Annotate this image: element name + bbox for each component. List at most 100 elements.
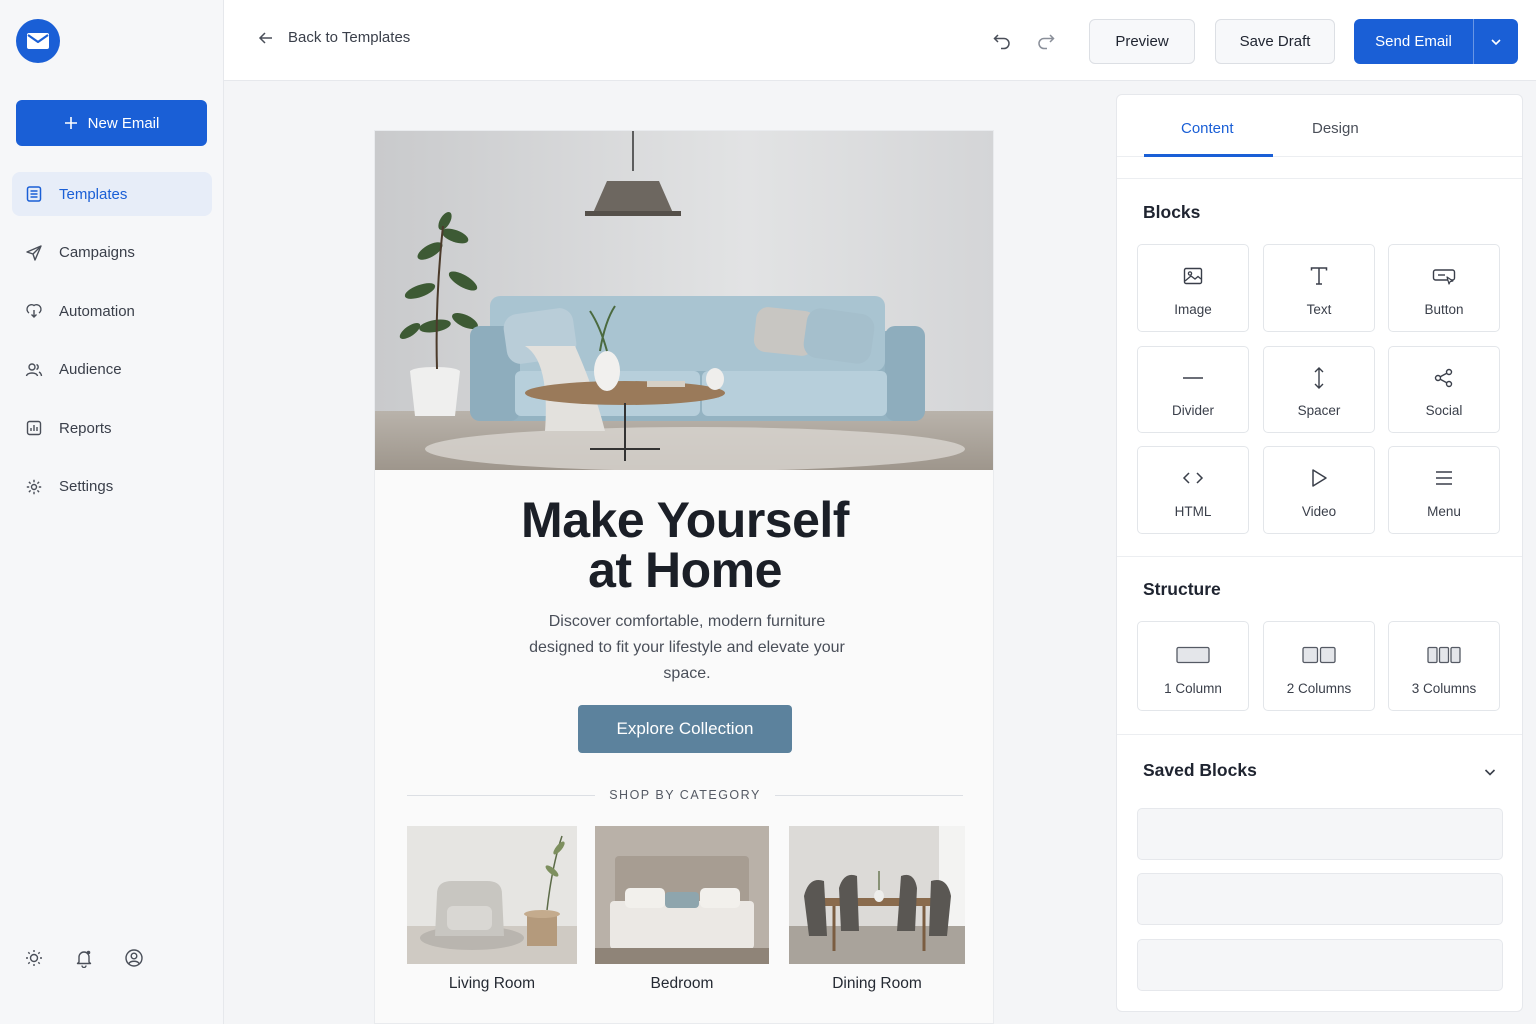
bell-icon[interactable] xyxy=(74,948,94,968)
play-icon xyxy=(1312,469,1327,487)
category-label-living-room[interactable]: Living Room xyxy=(407,975,577,993)
block-spacer[interactable]: Spacer xyxy=(1263,346,1375,433)
send-email-button-group: Send Email xyxy=(1354,19,1518,64)
new-email-button[interactable]: New Email xyxy=(16,100,207,146)
code-icon xyxy=(1182,472,1204,484)
category-image-bedroom[interactable] xyxy=(595,826,769,964)
sidebar-item-settings[interactable]: Settings xyxy=(12,465,212,509)
sidebar-footer xyxy=(24,948,144,968)
top-bar: Back to Templates Preview Save Draft Sen… xyxy=(224,0,1536,81)
sidebar-item-label: Reports xyxy=(59,419,112,437)
paper-plane-icon xyxy=(26,244,42,261)
button-icon xyxy=(1432,269,1456,285)
email-canvas[interactable]: Make Yourself at Home Discover comfortab… xyxy=(374,130,994,1024)
spacer-icon xyxy=(1314,367,1324,389)
sidebar-item-label: Settings xyxy=(59,478,114,495)
send-email-button[interactable]: Send Email xyxy=(1354,19,1474,64)
block-video[interactable]: Video xyxy=(1263,446,1375,534)
category-image-dining-room[interactable] xyxy=(789,826,965,964)
sidebar-item-label: Campaigns xyxy=(59,244,135,261)
mail-logo-icon xyxy=(27,33,49,49)
sidebar-item-reports[interactable]: Reports xyxy=(12,406,212,450)
structure-label: 3 Columns xyxy=(1411,681,1477,696)
saved-block-placeholder[interactable] xyxy=(1137,873,1503,925)
heading-divider-left xyxy=(407,794,596,796)
send-options-dropdown[interactable] xyxy=(1474,35,1518,49)
structure-3-columns[interactable]: 3 Columns xyxy=(1388,621,1500,711)
user-circle-icon[interactable] xyxy=(124,948,144,968)
structure-2-columns[interactable]: 2 Columns xyxy=(1263,621,1375,711)
menu-icon xyxy=(1436,471,1452,485)
tab-content[interactable]: Content xyxy=(1181,120,1234,137)
sidebar: New Email Templates Campaigns Automation… xyxy=(0,0,224,1024)
tab-design[interactable]: Design xyxy=(1312,120,1359,137)
section-divider xyxy=(1117,178,1522,179)
block-label: Spacer xyxy=(1297,403,1341,418)
category-image-living-room[interactable] xyxy=(407,826,577,964)
block-social[interactable]: Social xyxy=(1388,346,1500,433)
users-icon xyxy=(25,362,43,376)
block-label: HTML xyxy=(1174,504,1212,519)
sidebar-item-templates[interactable]: Templates xyxy=(12,172,212,216)
block-label: Menu xyxy=(1427,504,1461,519)
app-logo[interactable] xyxy=(16,19,60,63)
report-icon xyxy=(26,420,42,436)
headline-line-2: at Home xyxy=(588,542,782,598)
block-label: Image xyxy=(1174,302,1212,317)
structure-title: Structure xyxy=(1143,579,1221,599)
save-draft-button[interactable]: Save Draft xyxy=(1215,19,1335,64)
block-text[interactable]: Text xyxy=(1263,244,1375,332)
sidebar-item-campaigns[interactable]: Campaigns xyxy=(12,231,212,275)
email-subtext[interactable]: Discover comfortable, modern furniture d… xyxy=(525,609,849,687)
preview-button[interactable]: Preview xyxy=(1089,19,1195,64)
email-headline[interactable]: Make Yourself at Home xyxy=(375,492,993,598)
block-menu[interactable]: Menu xyxy=(1388,446,1500,534)
saved-block-placeholder[interactable] xyxy=(1137,939,1503,991)
new-email-label: New Email xyxy=(87,114,160,132)
category-label-dining-room[interactable]: Dining Room xyxy=(789,975,965,993)
block-image[interactable]: Image xyxy=(1137,244,1249,332)
template-icon xyxy=(26,186,42,202)
automation-icon xyxy=(26,304,42,318)
text-icon xyxy=(1310,267,1328,285)
block-label: Social xyxy=(1425,403,1463,418)
explore-collection-button[interactable]: Explore Collection xyxy=(578,705,792,753)
heading-divider-right xyxy=(774,794,963,796)
sidebar-item-label: Automation xyxy=(59,302,135,320)
editor-panel: Content Design Blocks Image Text Button … xyxy=(1116,94,1523,1012)
sidebar-item-automation[interactable]: Automation xyxy=(12,289,212,333)
sidebar-item-label: Audience xyxy=(59,361,122,378)
image-icon xyxy=(1183,267,1203,285)
category-heading: SHOP BY CATEGORY xyxy=(407,787,963,803)
arrow-left-icon xyxy=(258,31,272,44)
saved-blocks-title[interactable]: Saved Blocks xyxy=(1143,760,1257,781)
two-columns-icon xyxy=(1302,646,1336,664)
back-to-templates-link[interactable]: Back to Templates xyxy=(258,29,410,46)
sidebar-item-audience[interactable]: Audience xyxy=(12,348,212,392)
hero-image[interactable] xyxy=(375,131,994,470)
undo-icon[interactable] xyxy=(992,30,1012,50)
block-divider[interactable]: Divider xyxy=(1137,346,1249,433)
back-label: Back to Templates xyxy=(288,29,411,46)
three-columns-icon xyxy=(1427,646,1461,664)
redo-icon[interactable] xyxy=(1036,30,1056,50)
block-html[interactable]: HTML xyxy=(1137,446,1249,534)
headline-line-1: Make Yourself xyxy=(521,492,849,548)
sidebar-nav: Templates Campaigns Automation Audience … xyxy=(12,172,212,523)
structure-label: 1 Column xyxy=(1164,681,1222,696)
structure-1-column[interactable]: 1 Column xyxy=(1137,621,1249,711)
sidebar-item-label: Templates xyxy=(59,185,128,203)
active-tab-indicator xyxy=(1144,154,1273,157)
block-label: Video xyxy=(1301,504,1337,519)
blocks-title: Blocks xyxy=(1143,202,1201,222)
block-label: Button xyxy=(1424,302,1464,317)
section-divider xyxy=(1117,556,1522,557)
sun-icon[interactable] xyxy=(24,948,44,968)
structure-label: 2 Columns xyxy=(1286,681,1352,696)
section-divider xyxy=(1117,734,1522,735)
chevron-down-icon[interactable] xyxy=(1483,765,1497,779)
block-button[interactable]: Button xyxy=(1388,244,1500,332)
block-label: Text xyxy=(1306,302,1332,317)
category-label-bedroom[interactable]: Bedroom xyxy=(595,975,769,993)
saved-block-placeholder[interactable] xyxy=(1137,808,1503,860)
